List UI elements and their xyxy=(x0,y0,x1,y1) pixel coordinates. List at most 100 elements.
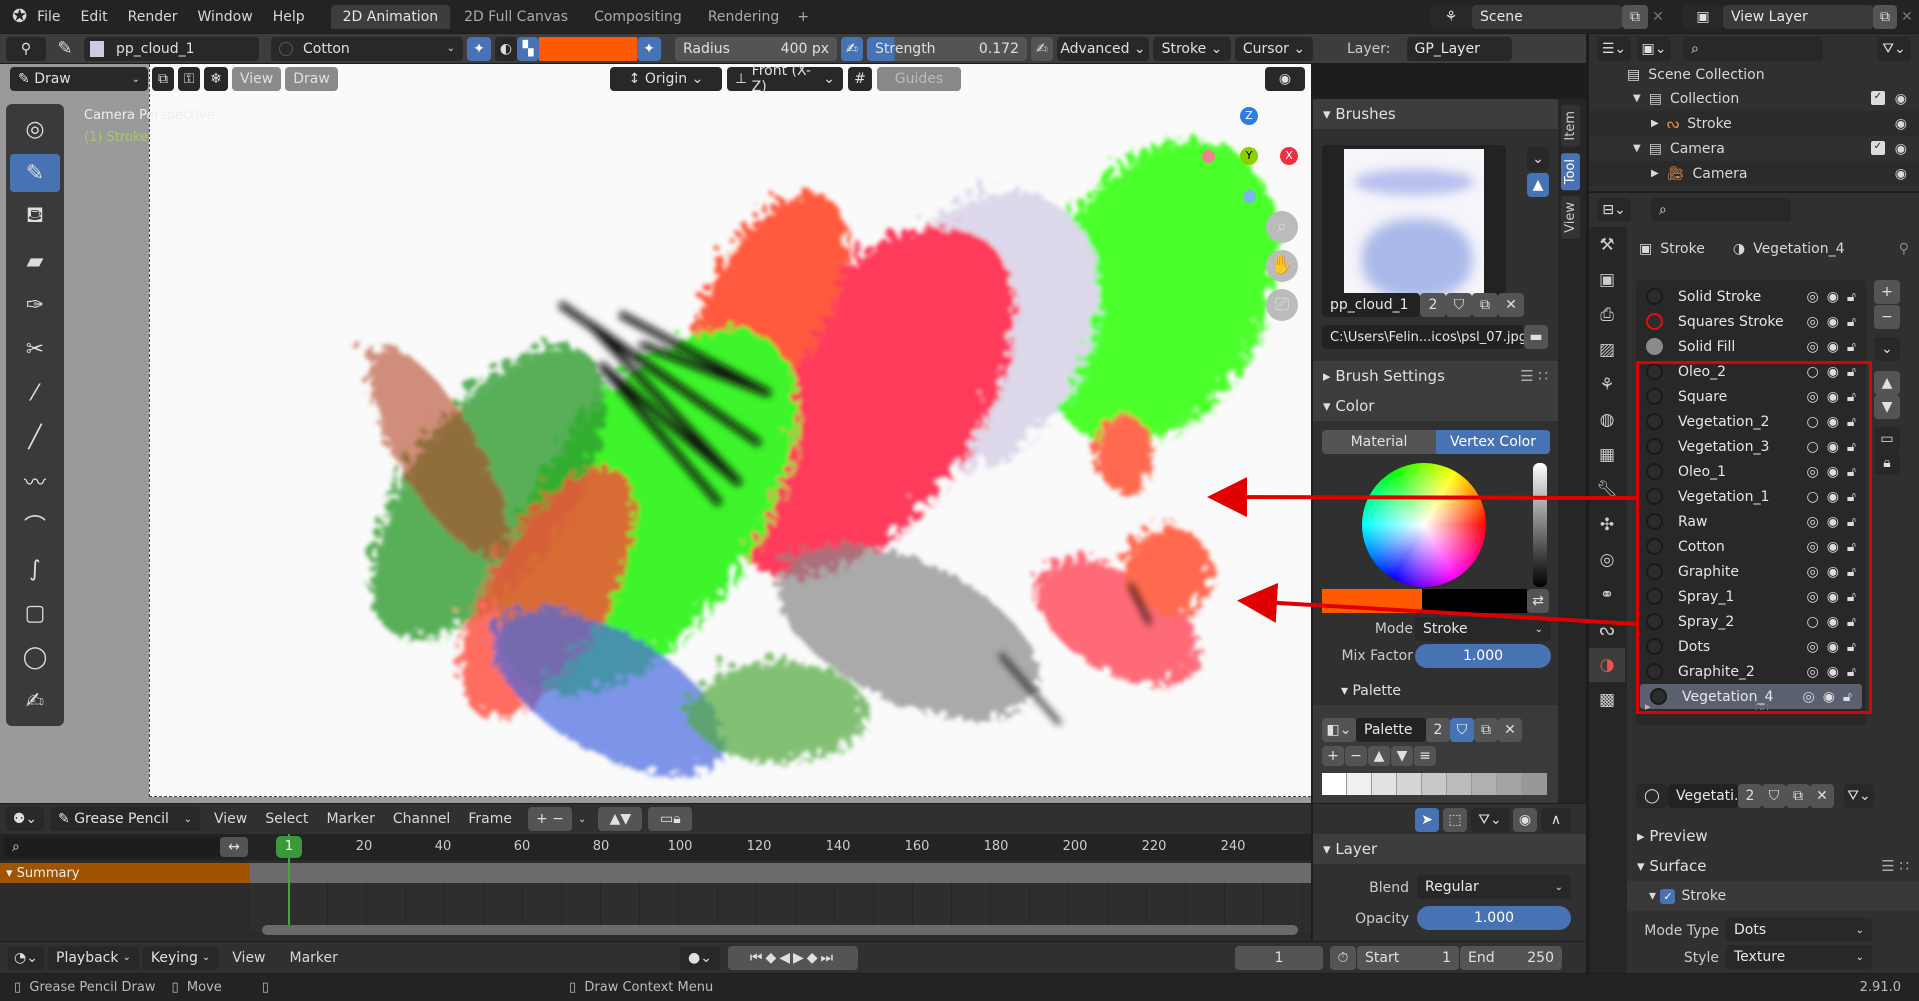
cursor-icon[interactable]: ◎ xyxy=(10,110,60,148)
cursor-dropdown[interactable]: Cursor ⌄ xyxy=(1235,36,1313,61)
color-wheel[interactable] xyxy=(1362,463,1486,587)
filter-icon[interactable]: ⛛⌄ xyxy=(1877,37,1911,61)
duplicate-icon[interactable]: ⧉ xyxy=(1786,784,1810,808)
checkbox-icon[interactable]: ✓ xyxy=(1870,90,1885,105)
summary-channel[interactable]: ▾ Summary xyxy=(0,863,250,883)
draw-icon[interactable]: ✎ xyxy=(10,154,60,192)
chevron-down-icon[interactable]: ⌄ xyxy=(1527,147,1549,171)
axis-neg-x[interactable] xyxy=(1202,150,1215,163)
radius-field[interactable]: Radius 400 px xyxy=(675,36,837,61)
output-icon[interactable]: ⎙ xyxy=(1589,298,1625,332)
playback-controls[interactable]: ⏮◆◀▶◆⏭ xyxy=(728,946,858,970)
display-icon[interactable]: ▭ xyxy=(1874,427,1900,451)
menu-window[interactable]: Window xyxy=(198,9,253,25)
polyline-icon[interactable]: 〰 xyxy=(10,462,60,500)
camera-view-icon[interactable]: ⎚ xyxy=(1266,289,1298,321)
brush-path-field[interactable]: C:\Users\Felin...icos\psl_07.jpg xyxy=(1322,325,1527,349)
scene-collection[interactable]: Scene Collection xyxy=(1648,67,1764,83)
brush-image-icon[interactable]: ▲ xyxy=(1527,173,1549,197)
origin-dropdown[interactable]: ↕ Origin ⌄ xyxy=(610,67,722,91)
brush-settings-header[interactable]: ▸ Brush Settings ☰ ∷ xyxy=(1313,361,1558,391)
onion-skin-icon[interactable]: ◎ xyxy=(1806,339,1818,355)
close-icon[interactable]: ✕ xyxy=(1648,9,1668,25)
fake-user-shield-icon[interactable]: ⛉ xyxy=(1446,293,1472,317)
disclosure-open-icon[interactable]: ▼ xyxy=(1633,143,1641,154)
view-layer-icon[interactable]: ▨ xyxy=(1589,333,1625,367)
menu-view[interactable]: View xyxy=(214,811,247,827)
breadcrumb-material[interactable]: Vegetation_4 xyxy=(1753,241,1844,257)
viewport[interactable]: ✎ Draw ⌄ ⧉ ⚿ ❄ View Draw ↕ Origin ⌄ ⊥ Fro… xyxy=(0,64,1311,803)
editor-type-icon[interactable]: ⚉⌄ xyxy=(6,807,44,831)
view-layer-field[interactable]: View Layer xyxy=(1723,4,1873,29)
pin-icon[interactable]: ✦ xyxy=(637,36,661,61)
menu-file[interactable]: File xyxy=(37,9,60,25)
display-mode-icon[interactable]: ☰⌄ xyxy=(1597,37,1631,61)
blend-dropdown[interactable]: Regular ⌄ xyxy=(1417,875,1571,899)
outliner-item[interactable]: ▼ ▤ Camera ✓ ◉ xyxy=(1589,136,1919,161)
duplicate-icon[interactable]: ⧉ xyxy=(1472,293,1498,317)
outliner-item[interactable]: ▼ ▤ Collection ✓ ◉ xyxy=(1589,86,1919,111)
data-icon[interactable]: ᔓ xyxy=(1589,613,1625,647)
breadcrumb-object[interactable]: Stroke xyxy=(1660,241,1705,257)
menu-marker[interactable]: Marker xyxy=(290,950,338,966)
onion-skin-icon[interactable]: ◎ xyxy=(1806,314,1818,330)
current-frame-marker[interactable]: 1 xyxy=(276,836,302,858)
palette-browse-icon[interactable]: ◧⌄ xyxy=(1322,718,1356,742)
display-lock-icons[interactable]: ▭🔒︎ xyxy=(648,807,693,831)
annotate-icon[interactable]: ✍ xyxy=(10,682,60,720)
unlink-x-icon[interactable]: ✕ xyxy=(1498,293,1524,317)
tool-icon[interactable]: ⚒ xyxy=(1589,228,1625,262)
disclosure-closed-icon[interactable]: ▶ xyxy=(1651,168,1659,179)
curve-icon[interactable]: ∫ xyxy=(10,550,60,588)
end-frame-field[interactable]: End 250 xyxy=(1460,946,1562,970)
surface-panel-header[interactable]: ▾ Surface ☰ ∷ xyxy=(1627,851,1919,881)
axis-neg-z[interactable] xyxy=(1243,190,1256,203)
menu-select[interactable]: Select xyxy=(265,811,308,827)
layer-panel-header[interactable]: ▾ Layer xyxy=(1313,834,1586,864)
menu-frame[interactable]: Frame xyxy=(468,811,512,827)
painting-canvas[interactable] xyxy=(0,64,1311,803)
outliner-item[interactable]: ▶ 🎥︎ Camera ◉ xyxy=(1589,161,1919,186)
advanced-dropdown[interactable]: Advanced ⌄ xyxy=(1057,36,1149,61)
eye-icon[interactable]: ◉ xyxy=(1895,166,1907,182)
pan-hand-icon[interactable]: ✋ xyxy=(1266,250,1298,282)
world-icon[interactable]: ◍ xyxy=(1589,403,1625,437)
pin-icon[interactable]: ⚲ xyxy=(1899,241,1909,257)
chevron-down-icon[interactable]: ⌄ xyxy=(1874,337,1900,361)
timeline-editor-icon[interactable]: ◔⌄ xyxy=(8,945,44,970)
outliner-search[interactable]: ⌕ xyxy=(1683,37,1823,61)
erase-icon[interactable]: ▰ xyxy=(10,242,60,280)
new-scene-icon[interactable]: ⧉ xyxy=(1622,4,1648,29)
record-icon[interactable]: ●⌄ xyxy=(680,946,720,970)
menu-help[interactable]: Help xyxy=(273,9,305,25)
eyedropper-icon[interactable]: ⁄ xyxy=(10,374,60,412)
fake-user-shield-icon[interactable]: ⛉ xyxy=(1450,718,1474,742)
arc-icon[interactable]: ⌒ xyxy=(10,506,60,544)
current-color[interactable] xyxy=(1322,589,1422,613)
blender-logo-icon[interactable]: ✪ xyxy=(12,6,27,27)
palette-swatch[interactable] xyxy=(1447,773,1472,795)
move-down-icon[interactable]: ▼ xyxy=(1874,395,1900,419)
unlock-icon[interactable]: 🔓︎ xyxy=(1847,314,1856,330)
line-icon[interactable]: ╱ xyxy=(10,418,60,456)
brush-field[interactable]: pp_cloud_1 xyxy=(116,41,195,57)
sidebar-tab-view[interactable]: View xyxy=(1561,195,1580,239)
render-icon[interactable]: ▣ xyxy=(1589,263,1625,297)
box-icon[interactable]: ▢ xyxy=(10,594,60,632)
physics-icon[interactable]: ◎ xyxy=(1589,543,1625,577)
eye-icon[interactable]: ◉ xyxy=(1827,314,1839,330)
pressure-icon[interactable]: ✍ xyxy=(841,36,863,61)
zoom-icon[interactable]: ⌕ xyxy=(1266,211,1298,243)
layer-field[interactable]: GP_Layer xyxy=(1406,36,1512,61)
texture-icon[interactable]: ▩ xyxy=(1589,683,1625,717)
select-icon[interactable]: ➤ xyxy=(1415,808,1439,832)
menu-channel[interactable]: Channel xyxy=(393,811,450,827)
material-slot[interactable]: Squares Stroke ◎ ◉ 🔓︎ xyxy=(1636,309,1866,334)
material-dropdown[interactable]: Cotton ⌄ xyxy=(271,36,463,61)
palette-swatch[interactable] xyxy=(1472,773,1497,795)
palette-header[interactable]: ▾ Palette xyxy=(1341,683,1401,699)
pin-icon[interactable]: ✦ xyxy=(467,36,491,61)
pressure-icon[interactable]: ✍ xyxy=(1031,36,1053,61)
close-icon[interactable]: ✕ xyxy=(1897,9,1917,25)
axis-x[interactable]: X xyxy=(1280,147,1298,165)
